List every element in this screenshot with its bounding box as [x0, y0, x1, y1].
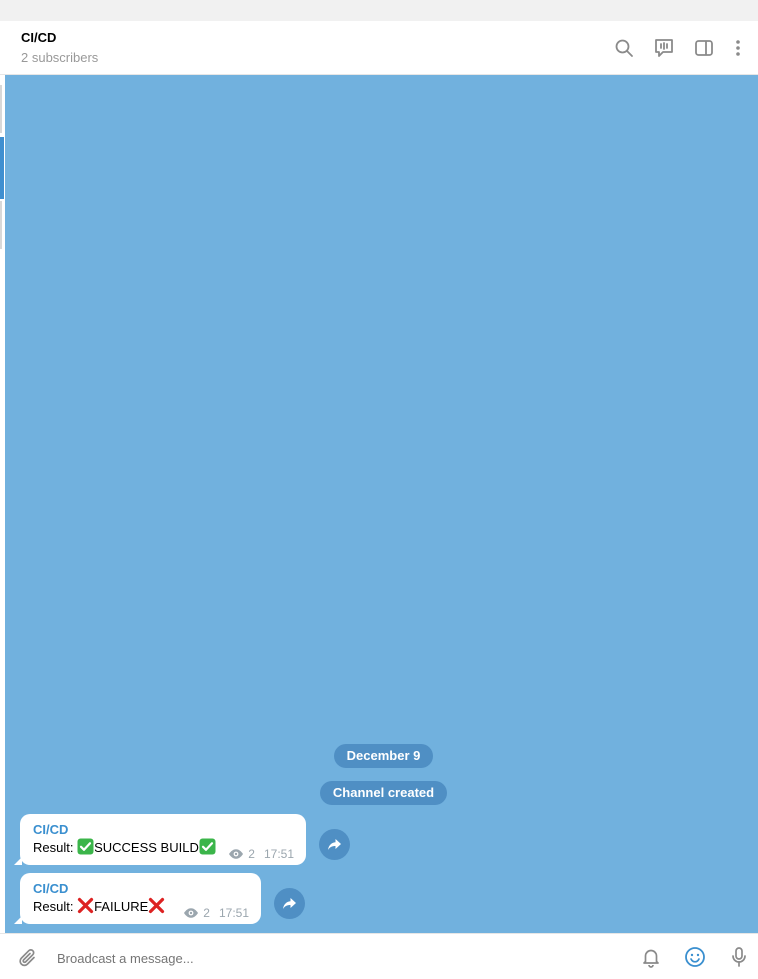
message-meta: 2 17:51 [228, 847, 294, 861]
message-status: SUCCESS BUILD [94, 840, 199, 855]
broadcast-input[interactable] [57, 948, 617, 968]
forward-button[interactable] [319, 829, 350, 860]
microphone-icon[interactable] [727, 945, 751, 969]
bubble-tail [14, 916, 22, 924]
emoji-icon[interactable] [683, 945, 707, 969]
message-bubble[interactable]: CI/CD Result: SUCCESS BUILD 2 17:51 [14, 814, 306, 865]
divider [0, 85, 2, 133]
view-count: 2 [248, 847, 255, 861]
subscriber-count: 2 subscribers [21, 50, 99, 65]
window-top-strip [0, 0, 758, 21]
message-prefix: Result: [33, 899, 78, 914]
divider [0, 201, 2, 249]
message-bubble[interactable]: CI/CD Result: FAILURE 2 17:51 [14, 873, 261, 924]
date-separator: December 9 [334, 744, 433, 768]
search-icon[interactable] [612, 36, 636, 60]
paperclip-icon[interactable] [16, 946, 40, 970]
cross-mark-icon [148, 897, 165, 914]
channel-title[interactable]: CI/CD [21, 30, 56, 45]
active-chat-indicator [0, 137, 4, 199]
eye-icon [184, 908, 199, 918]
forward-button[interactable] [274, 888, 305, 919]
check-mark-icon [77, 838, 94, 855]
message-area[interactable]: December 9 Channel created CI/CD Result:… [5, 75, 758, 933]
message-sender[interactable]: CI/CD [33, 881, 249, 897]
service-message: Channel created [320, 781, 447, 805]
message-status: FAILURE [94, 899, 149, 914]
eye-icon [229, 849, 244, 859]
forward-icon [328, 839, 341, 850]
message-time: 17:51 [263, 847, 294, 861]
sidebar-toggle-icon[interactable] [692, 36, 716, 60]
bell-icon[interactable] [639, 945, 663, 969]
message-sender[interactable]: CI/CD [33, 822, 294, 838]
view-count: 2 [203, 906, 210, 920]
cross-mark-icon [77, 897, 94, 914]
forward-icon [283, 898, 296, 909]
message-prefix: Result: [33, 840, 78, 855]
more-vertical-icon[interactable] [726, 36, 750, 60]
bubble-tail [14, 857, 22, 865]
message-composer [0, 933, 758, 979]
check-mark-icon [199, 838, 216, 855]
live-stream-icon[interactable] [652, 36, 676, 60]
message-meta: 2 17:51 [183, 906, 249, 920]
message-time: 17:51 [218, 906, 249, 920]
chat-header: CI/CD 2 subscribers [0, 21, 758, 75]
